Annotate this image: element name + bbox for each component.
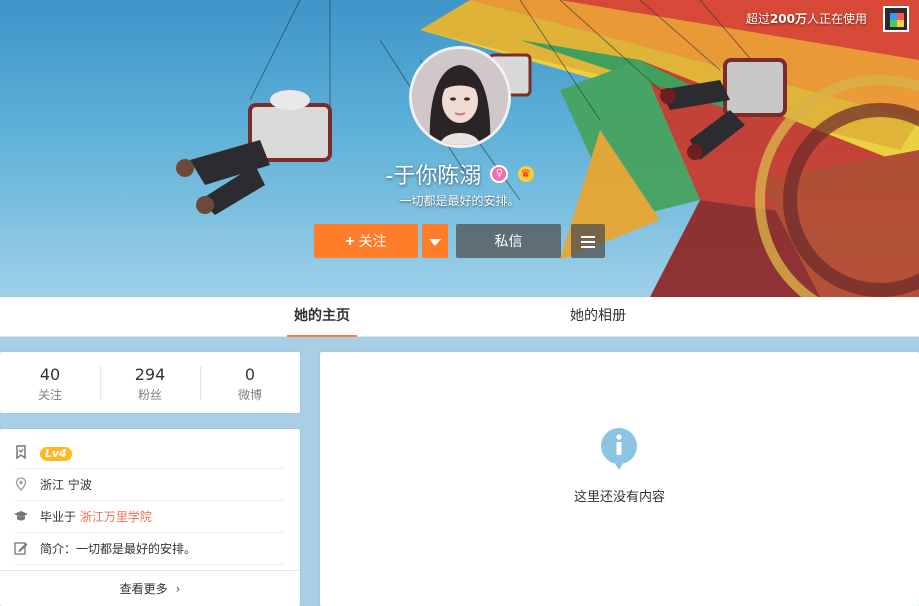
follow-button[interactable]: + 关注: [314, 224, 418, 258]
stats-card: 40 关注 294 粉丝 0 微博: [0, 352, 300, 413]
vip-crown-icon[interactable]: ♛: [517, 166, 534, 182]
plus-icon: +: [345, 233, 355, 250]
info-location-row: 浙江 宁波: [14, 469, 284, 501]
menu-icon: [581, 241, 595, 244]
stat-followers[interactable]: 294 粉丝: [100, 352, 200, 413]
school-link[interactable]: 浙江万里学院: [80, 510, 152, 524]
bookmark-icon: [16, 445, 26, 459]
chevron-right-icon: ›: [175, 582, 181, 596]
tab-album[interactable]: 她的相册: [560, 297, 636, 337]
level-badge[interactable]: Lv4: [40, 446, 72, 461]
info-level-row: Lv4: [14, 437, 284, 469]
profile-tabs: 她的主页 她的相册: [0, 297, 919, 337]
intro-text: 简介：一切都是最好的安排。: [40, 542, 197, 556]
usage-promo-text[interactable]: 超过200万人正在使用: [746, 10, 867, 27]
follow-dropdown-button[interactable]: [422, 224, 448, 258]
profile-name-row: -于你陈溺 ♀ ♛: [0, 158, 919, 190]
more-menu-button[interactable]: [571, 224, 605, 258]
info-school-row: 毕业于 浙江万里学院: [14, 501, 284, 533]
stat-following[interactable]: 40 关注: [0, 352, 100, 413]
stat-posts[interactable]: 0 微博: [200, 352, 300, 413]
location-pin-icon: [15, 477, 27, 491]
tab-home[interactable]: 她的主页: [287, 297, 357, 337]
view-more-link[interactable]: 查看更多 ›: [0, 570, 300, 606]
main-feed: 这里还没有内容: [320, 352, 919, 606]
empty-state-text: 这里还没有内容: [573, 490, 665, 505]
message-button[interactable]: 私信: [456, 224, 561, 258]
location-text: 浙江 宁波: [40, 478, 92, 492]
profile-name: -于你陈溺: [385, 164, 482, 189]
profile-info-card: Lv4 浙江 宁波 毕业于 浙江万里学院 简介：一切都是最好的安排。 查看更多 ›: [0, 429, 300, 606]
graduation-cap-icon: [14, 511, 28, 521]
avatar-image: [412, 49, 508, 145]
avatar[interactable]: [409, 46, 511, 148]
profile-cover: 超过200万人正在使用 -于你陈溺 ♀ ♛ 一切都是最好的安排。 + 关注 私信: [0, 0, 919, 297]
caret-down-icon: [429, 239, 441, 246]
app-icon[interactable]: [883, 6, 909, 32]
info-intro-row: 简介：一切都是最好的安排。: [14, 533, 284, 565]
profile-bio: 一切都是最好的安排。: [399, 194, 520, 208]
edit-icon: [14, 542, 28, 555]
female-badge-icon[interactable]: ♀: [490, 165, 509, 183]
info-icon: [601, 428, 637, 470]
